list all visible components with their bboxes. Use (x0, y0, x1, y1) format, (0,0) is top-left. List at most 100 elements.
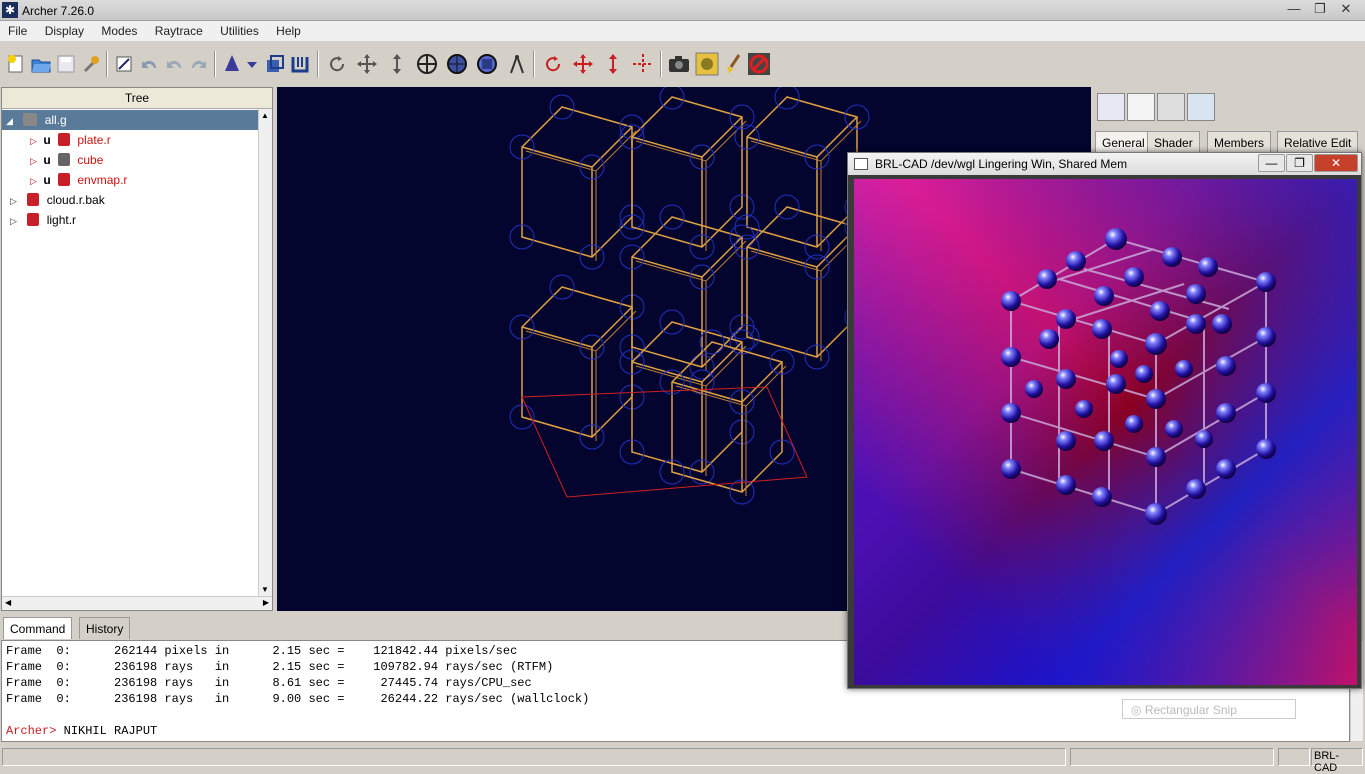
scroll-down-icon[interactable]: ▼ (261, 585, 269, 594)
expand-icon[interactable]: ▷ (10, 191, 20, 211)
region-icon (58, 173, 71, 186)
gear-tool-icon[interactable] (1157, 93, 1185, 121)
tab-general[interactable]: General (1095, 131, 1152, 153)
console-line: Frame 0: 262144 pixels in 2.15 sec = 121… (6, 644, 518, 658)
menu-file[interactable]: File (0, 21, 33, 38)
compass-icon[interactable] (504, 50, 530, 78)
menu-utilities[interactable]: Utilities (212, 21, 265, 38)
translate-icon[interactable] (354, 50, 380, 78)
minimize-button[interactable]: — (1281, 0, 1307, 18)
pipe-icon[interactable] (287, 50, 313, 78)
menu-display[interactable]: Display (37, 21, 90, 38)
expand-icon[interactable]: ▷ (30, 131, 40, 151)
tree-item-label: all.g (44, 113, 67, 127)
tab-command[interactable]: Command (3, 617, 73, 639)
menu-modes[interactable]: Modes (93, 21, 143, 38)
undo-multi-icon[interactable] (161, 50, 187, 78)
translate-object-icon[interactable] (570, 50, 596, 78)
tree-vertical-scrollbar[interactable]: ▲ ▼ (258, 109, 272, 596)
console-line: Frame 0: 236198 rays in 9.00 sec = 26244… (6, 692, 590, 706)
scroll-left-icon[interactable]: ◀ (5, 598, 11, 607)
tree-item-label: cube (77, 153, 104, 167)
snip-tool-label: Rectangular Snip (1144, 703, 1237, 717)
menu-bar: File Display Modes Raytrace Utilities He… (0, 21, 1365, 42)
region-icon (27, 193, 40, 206)
status-field-progress (1070, 748, 1274, 766)
edit-icon[interactable] (111, 50, 137, 78)
scroll-right-icon[interactable]: ▶ (263, 598, 269, 607)
expand-icon[interactable]: ▷ (30, 171, 40, 191)
new-file-icon[interactable] (3, 50, 29, 78)
maximize-button[interactable]: ❐ (1307, 0, 1333, 18)
status-brlcad-label: BRL-CAD (1311, 748, 1363, 774)
tree-item-light-r[interactable]: ▷ light.r (2, 210, 76, 230)
tree-item-cloud-r-bak[interactable]: ▷ cloud.r.bak (2, 190, 105, 210)
menu-help[interactable]: Help (268, 21, 307, 38)
rotate-object-icon[interactable] (540, 50, 566, 78)
tree-item-label: envmap.r (77, 173, 128, 187)
status-field-main (2, 748, 1066, 766)
tree-header: Tree (2, 88, 272, 109)
center-object-icon[interactable] (630, 50, 656, 78)
tree-item-all-g[interactable]: ◢ all.g (2, 110, 258, 130)
tree-item-label: light.r (46, 213, 77, 227)
redo-icon[interactable] (186, 50, 212, 78)
tree-item-envmap-r[interactable]: ▷ u envmap.r (2, 170, 127, 190)
expand-icon[interactable]: ▷ (10, 211, 20, 231)
save-icon[interactable] (53, 50, 79, 78)
scale-icon[interactable] (384, 50, 410, 78)
framebuffer-title: BRL-CAD /dev/wgl Lingering Win, Shared M… (875, 157, 1128, 171)
open-folder-icon[interactable] (28, 50, 54, 78)
tree-item-plate-r[interactable]: ▷ u plate.r (2, 130, 111, 150)
cube-view-icon[interactable] (474, 50, 500, 78)
region-icon (27, 213, 40, 226)
collapse-icon[interactable]: ◢ (6, 111, 16, 131)
tree-horizontal-scrollbar[interactable]: ◀ ▶ (2, 596, 272, 610)
wrench-icon[interactable] (78, 50, 104, 78)
console-input[interactable]: NIKHIL RAJPUT (56, 724, 158, 738)
scroll-up-icon[interactable]: ▲ (261, 111, 269, 120)
stack-icon[interactable] (262, 50, 288, 78)
tree-item-label: plate.r (77, 133, 111, 147)
scale-object-icon[interactable] (600, 50, 626, 78)
object-edit-icon[interactable] (1097, 93, 1125, 121)
tab-relative-edit[interactable]: Relative Edit (1277, 131, 1359, 153)
wizard-icon[interactable] (219, 50, 245, 78)
console-line: Frame 0: 236198 rays in 2.15 sec = 10978… (6, 660, 554, 674)
tab-members[interactable]: Members (1207, 131, 1272, 153)
tree-item-cube[interactable]: ▷ u cube (2, 150, 103, 170)
union-prefix: u (43, 133, 51, 147)
title-bar: ✱ Archer 7.26.0 — ❐ ✕ (0, 0, 1365, 21)
framebuffer-title-bar[interactable]: BRL-CAD /dev/wgl Lingering Win, Shared M… (848, 153, 1361, 175)
sphere-view-icon[interactable] (444, 50, 470, 78)
union-prefix: u (43, 153, 51, 167)
rotate-icon[interactable] (324, 50, 350, 78)
undo-icon[interactable] (136, 50, 162, 78)
framebuffer-window[interactable]: BRL-CAD /dev/wgl Lingering Win, Shared M… (847, 152, 1362, 689)
console-prompt: Archer> (6, 724, 57, 738)
table-icon[interactable] (1127, 93, 1155, 121)
expand-icon[interactable]: ▷ (30, 151, 40, 171)
union-prefix: u (43, 173, 51, 187)
tab-shader[interactable]: Shader (1147, 131, 1200, 153)
archer-app-icon: ✱ (2, 2, 18, 18)
window-title: Archer 7.26.0 (22, 4, 95, 18)
stop-raytrace-icon[interactable] (746, 50, 772, 78)
fb-maximize-button[interactable]: ❐ (1286, 154, 1313, 172)
raytrace-icon[interactable] (694, 50, 720, 78)
status-field-small (1278, 748, 1310, 766)
camera-icon[interactable] (666, 50, 692, 78)
menu-raytrace[interactable]: Raytrace (147, 21, 209, 38)
fb-close-button[interactable]: ✕ (1314, 154, 1358, 172)
tab-history[interactable]: History (79, 617, 131, 639)
toolbar (0, 43, 1365, 85)
console-line: Frame 0: 236198 rays in 8.61 sec = 27445… (6, 676, 532, 690)
center-icon[interactable] (414, 50, 440, 78)
fb-minimize-button[interactable]: — (1258, 154, 1285, 172)
bottom-tab-bar: Command History (0, 615, 600, 639)
dropdown-arrow-icon[interactable] (244, 50, 260, 78)
clean-icon[interactable] (721, 50, 747, 78)
close-button[interactable]: ✕ (1333, 0, 1359, 18)
layers-icon[interactable] (1187, 93, 1215, 121)
status-bar: BRL-CAD (0, 746, 1365, 774)
